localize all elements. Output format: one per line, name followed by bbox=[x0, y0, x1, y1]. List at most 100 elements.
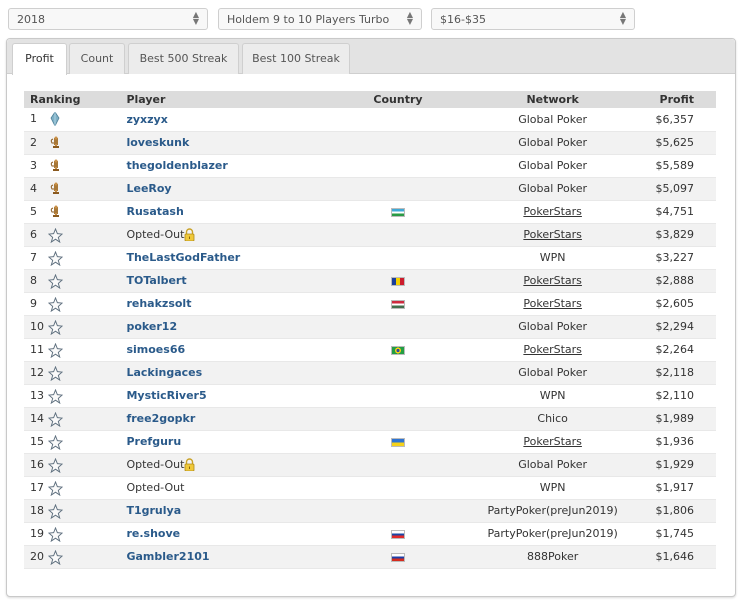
rank-number: 7 bbox=[30, 250, 37, 264]
leaderboard-panel: Profit Count Best 500 Streak Best 100 St… bbox=[6, 38, 736, 597]
network-cell: Global Poker bbox=[456, 177, 650, 200]
network-label: Global Poker bbox=[518, 458, 588, 471]
player-cell: free2gopkr bbox=[120, 407, 340, 430]
network-cell: Global Poker bbox=[456, 108, 650, 131]
profit-value: $1,745 bbox=[655, 527, 695, 540]
rank-cell: 19 bbox=[24, 522, 120, 545]
network-link[interactable]: PokerStars bbox=[523, 297, 582, 310]
game-type-select[interactable]: Holdem 9 to 10 Players Turbo ▲ ▼ bbox=[218, 8, 422, 30]
rank-number: 19 bbox=[30, 526, 44, 540]
profit-value: $4,751 bbox=[655, 205, 695, 218]
network-cell: PartyPoker(preJun2019) bbox=[456, 499, 650, 522]
header-network[interactable]: Network bbox=[456, 91, 650, 108]
star-icon bbox=[47, 388, 64, 404]
star-icon bbox=[47, 342, 64, 358]
table-row: 9 rehakzsolt PokerStars $2,605 bbox=[24, 292, 716, 315]
rank-number: 12 bbox=[30, 365, 44, 379]
rank-cell: 13 bbox=[24, 384, 120, 407]
ru-flag-icon bbox=[391, 552, 405, 562]
network-cell: WPN bbox=[456, 384, 650, 407]
player-link[interactable]: TOTalbert bbox=[126, 274, 186, 287]
stake-select[interactable]: $16-$35 ▲ ▼ bbox=[431, 8, 635, 30]
trophy-icon bbox=[48, 136, 62, 150]
rank-number: 8 bbox=[30, 273, 37, 287]
player-link[interactable]: LeeRoy bbox=[126, 182, 171, 195]
network-link[interactable]: PokerStars bbox=[523, 205, 582, 218]
sk-flag-icon bbox=[391, 529, 405, 539]
player-cell: MysticRiver5 bbox=[120, 384, 340, 407]
network-label: PartyPoker(preJun2019) bbox=[487, 527, 618, 540]
year-select[interactable]: 2018 ▲ ▼ bbox=[8, 8, 208, 30]
rank-number: 17 bbox=[30, 480, 44, 494]
trophy-icon bbox=[48, 182, 62, 196]
network-cell: PokerStars bbox=[456, 430, 650, 453]
player-cell: Gambler2101 bbox=[120, 545, 340, 568]
header-profit[interactable]: Profit bbox=[650, 91, 717, 108]
header-country[interactable]: Country bbox=[340, 91, 456, 108]
country-cell bbox=[340, 499, 456, 522]
player-link[interactable]: MysticRiver5 bbox=[126, 389, 206, 402]
country-cell bbox=[340, 453, 456, 476]
player-link[interactable]: T1grulya bbox=[126, 504, 181, 517]
rank-cell: 12 bbox=[24, 361, 120, 384]
network-label: WPN bbox=[539, 389, 566, 402]
rank-cell: 6 bbox=[24, 223, 120, 246]
network-link[interactable]: PokerStars bbox=[523, 435, 582, 448]
network-cell: Global Poker bbox=[456, 453, 650, 476]
rank-cell: 9 bbox=[24, 292, 120, 315]
network-cell: WPN bbox=[456, 246, 650, 269]
player-link[interactable]: Lackingaces bbox=[126, 366, 202, 379]
rank-cell: 5 bbox=[24, 200, 120, 223]
tab-profit[interactable]: Profit bbox=[12, 43, 67, 75]
tab-best-100-streak[interactable]: Best 100 Streak bbox=[242, 43, 350, 74]
network-link[interactable]: PokerStars bbox=[523, 228, 582, 241]
rank-cell: 8 bbox=[24, 269, 120, 292]
player-link[interactable]: rehakzsolt bbox=[126, 297, 191, 310]
country-cell bbox=[340, 430, 456, 453]
table-row: 1 zyxzyx Global Poker $6,357 bbox=[24, 108, 716, 131]
table-row: 2 loveskunk Global Poker $5,625 bbox=[24, 131, 716, 154]
country-cell bbox=[340, 223, 456, 246]
tab-best-500-streak[interactable]: Best 500 Streak bbox=[128, 43, 239, 74]
network-link[interactable]: PokerStars bbox=[523, 274, 582, 287]
table-row: 20 Gambler2101 888Poker $1,646 bbox=[24, 545, 716, 568]
player-link[interactable]: re.shove bbox=[126, 527, 180, 540]
player-cell: Prefguru bbox=[120, 430, 340, 453]
select-arrows-icon: ▲ ▼ bbox=[192, 10, 199, 26]
tab-count[interactable]: Count bbox=[69, 43, 125, 74]
header-player[interactable]: Player bbox=[120, 91, 340, 108]
select-arrows-icon: ▲ ▼ bbox=[619, 10, 626, 26]
network-link[interactable]: PokerStars bbox=[523, 343, 582, 356]
player-link[interactable]: Gambler2101 bbox=[126, 550, 209, 563]
player-cell: LeeRoy bbox=[120, 177, 340, 200]
profit-value: $5,097 bbox=[655, 182, 695, 195]
star-icon bbox=[47, 457, 64, 473]
network-cell: Chico bbox=[456, 407, 650, 430]
rank-cell: 3 bbox=[24, 154, 120, 177]
player-link[interactable]: poker12 bbox=[126, 320, 177, 333]
player-link[interactable]: free2gopkr bbox=[126, 412, 195, 425]
player-link[interactable]: Prefguru bbox=[126, 435, 181, 448]
player-link[interactable]: loveskunk bbox=[126, 136, 189, 149]
player-link[interactable]: Rusatash bbox=[126, 205, 183, 218]
network-label: Global Poker bbox=[518, 112, 588, 126]
player-link[interactable]: simoes66 bbox=[126, 343, 185, 356]
header-ranking[interactable]: Ranking bbox=[24, 91, 120, 108]
select-arrows-icon: ▲ ▼ bbox=[406, 10, 413, 26]
network-cell: 888Poker bbox=[456, 545, 650, 568]
network-cell: PokerStars bbox=[456, 200, 650, 223]
tab-bar: Profit Count Best 500 Streak Best 100 St… bbox=[7, 39, 735, 75]
rank-number: 1 bbox=[30, 112, 37, 126]
country-cell bbox=[340, 269, 456, 292]
profit-value: $2,118 bbox=[655, 366, 695, 379]
player-link[interactable]: TheLastGodFather bbox=[126, 251, 240, 264]
country-cell bbox=[340, 476, 456, 499]
profit-value: $1,989 bbox=[655, 412, 695, 425]
profit-value: $2,264 bbox=[655, 343, 695, 356]
rank-cell: 20 bbox=[24, 545, 120, 568]
player-link[interactable]: zyxzyx bbox=[126, 113, 167, 126]
game-type-select-value: Holdem 9 to 10 Players Turbo bbox=[227, 13, 390, 26]
player-cell: Lackingaces bbox=[120, 361, 340, 384]
player-link[interactable]: thegoldenblazer bbox=[126, 159, 227, 172]
star-icon bbox=[47, 319, 64, 335]
